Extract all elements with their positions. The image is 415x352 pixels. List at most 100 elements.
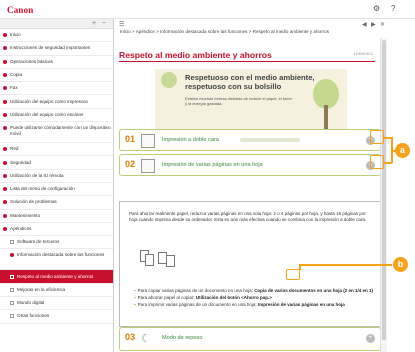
link-row[interactable]: ▪ Para copiar varias páginas de un docum… xyxy=(134,288,376,294)
bullet-icon xyxy=(3,73,7,78)
bullet-icon xyxy=(3,126,7,131)
bullet-icon xyxy=(3,173,7,178)
sidebar-item-third-party[interactable]: Software de terceros xyxy=(0,236,113,250)
sidebar-item-mobile[interactable]: Puede utilizarse cómodamente con un disp… xyxy=(0,122,113,144)
sidebar-item-remote-ui[interactable]: Utilización de la IU remota xyxy=(0,170,113,183)
page-icon xyxy=(10,301,14,306)
bullet-icon xyxy=(3,59,7,64)
canon-logo: Canon xyxy=(7,5,34,15)
gear-icon[interactable]: ⚙ xyxy=(373,4,380,13)
next-page-button[interactable]: ▶ xyxy=(371,21,376,28)
sidebar-item-printer[interactable]: Utilización del equipo como impresora xyxy=(0,95,113,109)
sidebar-item-label: Mundo digital xyxy=(17,300,45,306)
related-links: ▪ Para copiar varias páginas de un docum… xyxy=(134,288,376,309)
bullet-icon xyxy=(3,147,7,152)
collapse-all-button[interactable]: − xyxy=(102,20,106,27)
sidebar-item-label: Utilización del equipo como escáner xyxy=(10,111,84,117)
bullet-icon xyxy=(3,86,7,91)
sidebar-item-settings-menu[interactable]: Lista del menú de configuración xyxy=(0,183,113,197)
bullet-icon xyxy=(3,46,7,51)
sidebar-item-fax[interactable]: Fax xyxy=(0,82,113,96)
sidebar-item-safety[interactable]: Instrucciones de seguridad importantes xyxy=(0,42,113,56)
sidebar-item-efficiency[interactable]: Mejoras en la eficiencia xyxy=(0,284,113,298)
callout-connector xyxy=(299,264,301,270)
main-scrollbar[interactable] xyxy=(380,38,387,352)
page-code: 1GKW-0C1 xyxy=(353,52,373,56)
page-icon xyxy=(10,274,14,279)
sidebar-item-label: Copia xyxy=(10,72,23,78)
breadcrumb[interactable]: Inicio > Apéndice > Información destacad… xyxy=(120,28,370,35)
callout-highlight xyxy=(370,130,384,144)
sidebar-item-label: Mejoras en la eficiencia xyxy=(17,286,66,292)
feature-multi-page[interactable]: 02 Impresión de varias páginas en una ho… xyxy=(119,154,381,176)
arrow-icon: ▪ xyxy=(134,294,136,300)
sidebar: + − Inicio Instrucciones de seguridad im… xyxy=(0,19,114,352)
moon-icon: ☾ xyxy=(141,333,151,345)
arrow-icon: ▪ xyxy=(134,288,136,293)
title-row: Respeto al medio ambiente y ahorros 1GKW… xyxy=(119,50,375,62)
sidebar-item-network[interactable]: Red xyxy=(0,143,113,157)
bullet-icon xyxy=(3,112,7,117)
multi-page-icon xyxy=(141,159,155,173)
tree-trunk xyxy=(324,105,328,131)
callout-a-badge: a xyxy=(395,143,410,158)
duplex-page-icon xyxy=(141,134,155,148)
close-button[interactable]: ✕ xyxy=(380,21,385,28)
page-title: Respeto al medio ambiente y ahorros xyxy=(119,50,272,60)
top-bar: Canon ⚙ ? xyxy=(0,0,415,19)
feature-title: Impresión a doble cara xyxy=(162,137,219,143)
sidebar-item-label: Inicio xyxy=(10,32,21,38)
help-icon[interactable]: ? xyxy=(391,4,395,13)
feature-sleep-mode[interactable]: 03 ☾ Modo de reposo + xyxy=(119,327,381,351)
sidebar-item-label: Otras funciones xyxy=(17,313,50,319)
sidebar-item-feature-highlights[interactable]: Información destacada sobre las funcione… xyxy=(0,249,113,271)
sidebar-item-copy[interactable]: Copia xyxy=(0,69,113,83)
sidebar-item-label: Utilización del equipo como impresora xyxy=(10,98,88,104)
sidebar-item-label: Operaciones básicas xyxy=(10,58,53,64)
sidebar-item-environment-savings[interactable]: Respeto al medio ambiente y ahorros xyxy=(0,270,113,284)
link-row[interactable]: ▪ Para ahorrar papel al copiar: Utilizac… xyxy=(134,295,376,301)
link-prefix: Para copiar varias páginas de un documen… xyxy=(137,288,255,293)
sidebar-item-troubleshooting[interactable]: Solución de problemas xyxy=(0,196,113,210)
sidebar-item-inicio[interactable]: Inicio xyxy=(0,29,113,43)
page-shape xyxy=(145,254,154,266)
sidebar-item-label: Fax xyxy=(10,85,18,91)
bullet-icon xyxy=(3,187,7,192)
callout-highlight xyxy=(286,269,300,280)
sidebar-item-label: Utilización de la IU remota xyxy=(10,172,64,178)
scrollbar-thumb[interactable] xyxy=(382,40,386,340)
leaf-icon xyxy=(161,72,177,88)
sidebar-item-other-functions[interactable]: Otras funciones xyxy=(0,310,113,324)
tree-icon xyxy=(311,79,341,131)
link-prefix: Para imprimir varias páginas de un docum… xyxy=(137,301,258,307)
feature-number: 03 xyxy=(125,332,136,342)
bullet-icon xyxy=(3,33,7,38)
link-row[interactable]: ▪ Para imprimir varias páginas de un doc… xyxy=(134,302,376,308)
sidebar-item-scanner[interactable]: Utilización del equipo como escáner xyxy=(0,109,113,123)
sidebar-item-digital-world[interactable]: Mundo digital xyxy=(0,297,113,311)
bullet-icon xyxy=(3,99,7,104)
expand-icon[interactable]: + xyxy=(366,334,375,343)
link-target[interactable]: Impresión de varias páginas en una hoja xyxy=(258,302,345,307)
bullet-icon xyxy=(3,213,7,218)
link-target[interactable]: Copia de varios documentos en una hoja (… xyxy=(254,288,373,293)
prev-page-button[interactable]: ◀ xyxy=(362,21,367,28)
sidebar-item-label: Respeto al medio ambiente y ahorros xyxy=(17,273,94,279)
eco-banner: Respetuoso con el medio ambiente, respet… xyxy=(155,69,347,131)
sidebar-header: + − xyxy=(0,19,113,29)
sidebar-item-maintenance[interactable]: Mantenimiento xyxy=(0,210,113,223)
sidebar-item-basic-ops[interactable]: Operaciones básicas xyxy=(0,56,113,69)
feature-title: Impresión de varias páginas en una hoja xyxy=(162,162,263,168)
callout-highlight xyxy=(370,155,384,169)
sidebar-toggle-icon[interactable]: ☰ xyxy=(119,21,124,28)
expand-all-button[interactable]: + xyxy=(92,20,96,27)
link-target[interactable]: Utilización del botón <Ahorro pap.> xyxy=(196,295,272,300)
feature-duplex[interactable]: 01 Impresión a doble cara + xyxy=(119,129,381,151)
sidebar-item-security[interactable]: Seguridad xyxy=(0,156,113,170)
callout-connector xyxy=(300,264,392,266)
sidebar-item-label: Seguridad xyxy=(10,159,31,165)
page-icon xyxy=(10,314,14,319)
link-text: Para ahorrar papel al copiar: Utilizació… xyxy=(138,295,272,301)
arrow-icon: ▪ xyxy=(134,301,136,307)
sidebar-item-appendix[interactable]: Apéndices xyxy=(0,223,113,237)
